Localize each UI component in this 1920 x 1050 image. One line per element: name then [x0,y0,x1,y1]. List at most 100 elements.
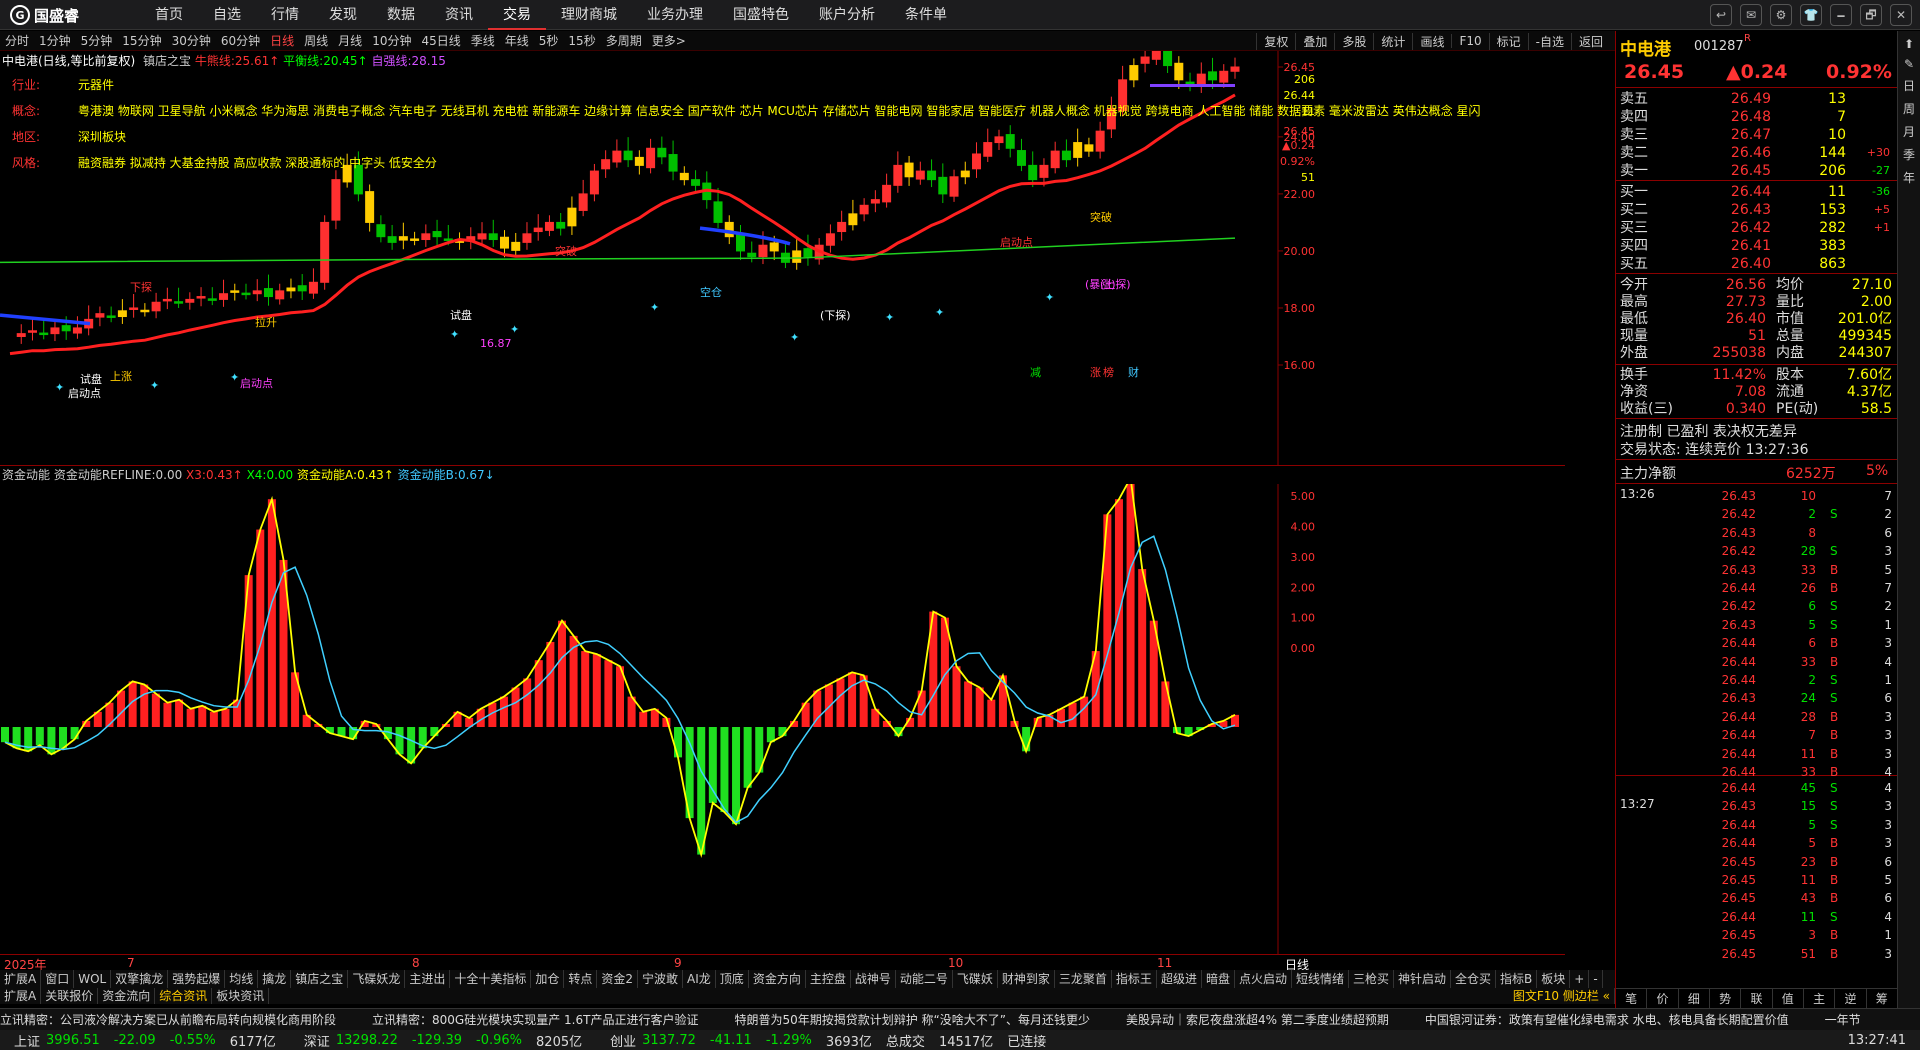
chart-tool-4[interactable]: 画线 [1412,32,1451,50]
info-tab[interactable]: 资金流向 [98,988,156,1004]
period-1[interactable]: 1分钟 [34,32,76,49]
menu-item-11[interactable]: 条件单 [890,0,962,30]
chart-tool-3[interactable]: 统计 [1373,32,1412,50]
order-book-row[interactable]: 买四 26.41 383 [1616,237,1898,255]
period-2[interactable]: 5分钟 [76,32,118,49]
period-14[interactable]: 15秒 [563,32,600,49]
sub-indicator-name[interactable]: 资金动能 [2,468,50,482]
indicator-tab[interactable]: 顶底 [716,970,749,988]
indicator-name[interactable]: 镇店之宝 [143,54,191,68]
sidebar-tool[interactable]: 年 [1898,169,1920,186]
info-tab[interactable]: 板块资讯 [212,988,270,1004]
quote-tab[interactable]: 价 [1647,989,1679,1008]
menu-item-6[interactable]: 交易 [488,0,546,30]
menu-item-4[interactable]: 数据 [372,0,430,30]
quote-tab[interactable]: 逆 [1835,989,1867,1008]
menu-item-10[interactable]: 账户分析 [804,0,890,30]
event-marker[interactable]: 财 [1128,365,1139,379]
fund-momentum-chart[interactable]: 8.007.006.005.004.003.002.001.000.00 [0,484,1565,954]
quote-tab[interactable]: 筹 [1867,989,1898,1008]
f10-sidebar-toggle[interactable]: 图文F10 侧边栏 « [1509,988,1615,1004]
period-0[interactable]: 分时 [0,32,34,49]
chart-tool-5[interactable]: F10 [1451,34,1488,48]
period-10[interactable]: 45日线 [416,32,465,49]
indicator-tab[interactable]: 十全十美指标 [450,970,532,988]
order-book-row[interactable]: 卖四 26.48 7 [1616,108,1898,126]
info-tab[interactable]: 综合资讯 [155,988,213,1004]
index-name[interactable]: 上证 [14,1031,40,1050]
indicator-tab[interactable]: 资金2 [597,970,639,988]
indicator-tab[interactable]: 窗口 [41,970,75,988]
sidebar-tool[interactable]: 月 [1898,123,1920,140]
period-8[interactable]: 月线 [333,32,367,49]
indicator-tab[interactable]: 全仓买 [1451,970,1497,988]
window-control-icon-5[interactable]: 🗗 [1860,4,1882,26]
indicator-tab[interactable]: 动能二号 [896,970,953,988]
indicator-tab[interactable]: 强势起爆 [168,970,226,988]
indicator-tab[interactable]: AI龙 [683,970,716,988]
quote-tab[interactable]: 势 [1710,989,1742,1008]
sidebar-tool[interactable]: 日 [1898,77,1920,94]
window-control-icon-1[interactable]: ✉ [1740,4,1762,26]
indicator-tab[interactable]: 飞碟妖龙 [348,970,406,988]
sidebar-tool[interactable]: ⬆ [1898,37,1920,51]
index-name[interactable]: 创业 [610,1031,636,1050]
indicator-tab[interactable]: 指标王 [1112,970,1157,988]
order-book-row[interactable]: 卖二 26.46 144 +30 [1616,144,1898,162]
menu-item-5[interactable]: 资讯 [430,0,488,30]
news-item[interactable]: 特朗普为50年期按揭贷款计划辩护 称“没啥大不了”、每月还钱更少 [734,1011,1126,1028]
order-book-row[interactable]: 买一 26.44 11 -36 [1616,183,1898,201]
menu-item-0[interactable]: 首页 [140,0,198,30]
news-item[interactable]: 立讯精密：800G硅光模块实现量产 1.6T产品正进行客户验证 [372,1011,734,1028]
period-13[interactable]: 5秒 [534,32,564,49]
indicator-tab[interactable]: 镇店之宝 [291,970,349,988]
indicator-tab[interactable]: 双擎擒龙 [111,970,169,988]
indicator-tab[interactable]: 扩展A [0,970,42,988]
period-3[interactable]: 15分钟 [117,32,166,49]
indicator-tab[interactable]: 均线 [225,970,259,988]
order-book-row[interactable]: 买五 26.40 863 [1616,255,1898,273]
event-marker[interactable]: 涨 [1090,366,1101,379]
period-15[interactable]: 多周期 [601,32,647,49]
indicator-tab[interactable]: 宁波敢 [638,970,684,988]
indicator-tab[interactable]: 擒龙 [258,970,292,988]
indicator-tab[interactable]: 三枪买 [1349,970,1395,988]
index-name[interactable]: 深证 [304,1031,330,1050]
info-tab[interactable]: 扩展A [0,988,42,1004]
order-book-row[interactable]: 卖三 26.47 10 [1616,126,1898,144]
window-control-icon-6[interactable]: ✕ [1890,4,1912,26]
chart-tool-1[interactable]: 叠加 [1295,32,1334,50]
indicator-tab[interactable]: 财神到家 [998,970,1055,988]
news-item[interactable]: 一年节 [1825,1011,1897,1028]
period-16[interactable]: 更多> [647,32,691,49]
info-tab[interactable]: 关联报价 [41,988,99,1004]
period-7[interactable]: 周线 [299,32,333,49]
period-12[interactable]: 年线 [500,32,534,49]
chart-tool-6[interactable]: 标记 [1488,32,1528,50]
indicator-tab[interactable]: 转点 [564,970,598,988]
order-book-row[interactable]: 卖一 26.45 206 -27 [1616,162,1898,180]
indicator-tab[interactable]: WOL [74,970,112,988]
indicator-tab[interactable]: 战神号 [851,970,896,988]
indicator-tab[interactable]: 三龙聚首 [1055,970,1112,988]
period-11[interactable]: 季线 [466,32,500,49]
indicator-tab[interactable]: 主控盘 [806,970,851,988]
menu-item-3[interactable]: 发现 [314,0,372,30]
menu-item-2[interactable]: 行情 [256,0,314,30]
menu-item-8[interactable]: 业务办理 [632,0,718,30]
order-book-row[interactable]: 买三 26.42 282 +1 [1616,219,1898,237]
event-marker[interactable]: 榜 [1103,365,1114,379]
window-control-icon-2[interactable]: ⚙ [1770,4,1792,26]
indicator-tab[interactable]: - [1589,970,1603,988]
order-book-row[interactable]: 卖五 26.49 13 [1616,90,1898,108]
indicator-tab[interactable]: 指标B [1496,970,1538,988]
indicator-tab[interactable]: 神针启动 [1394,970,1452,988]
period-9[interactable]: 10分钟 [367,32,416,49]
window-control-icon-4[interactable]: 🗕 [1830,4,1852,26]
period-6[interactable]: 日线 [265,32,299,49]
sidebar-tool[interactable]: ✎ [1898,57,1920,71]
indicator-tab[interactable]: 资金方向 [749,970,806,988]
menu-item-7[interactable]: 理财商城 [546,0,632,30]
quote-tab[interactable]: 笔 [1616,989,1648,1008]
indicator-tab[interactable]: 超级进 [1157,970,1202,988]
